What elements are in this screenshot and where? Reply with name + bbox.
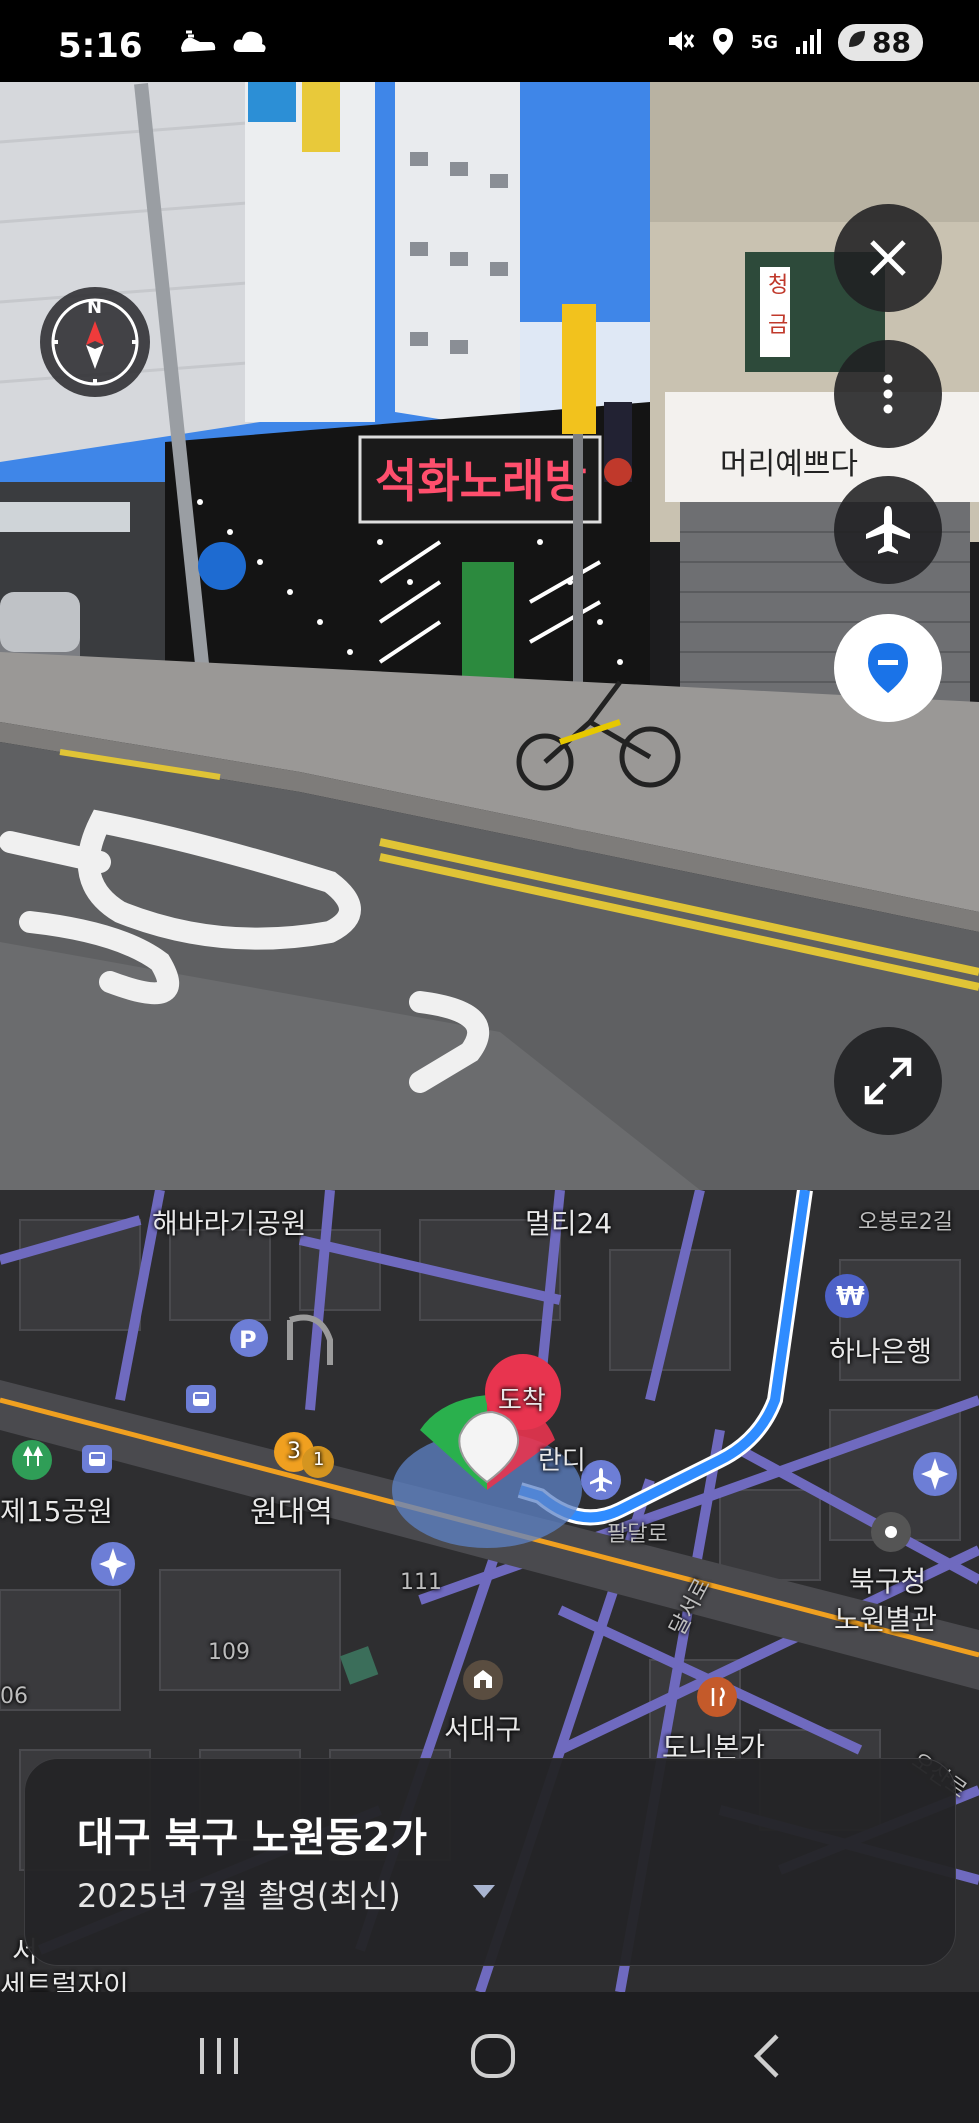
- leaf-icon: [849, 31, 866, 47]
- airport-icon: [588, 1467, 614, 1497]
- battery-level: 88: [872, 26, 911, 59]
- recents-button[interactable]: [164, 2016, 274, 2096]
- restaurant-icon: [706, 1685, 730, 1713]
- sign-vertical-text: 청: [768, 273, 788, 298]
- sign-hair-shop: 머리예쁘다: [720, 447, 858, 482]
- place-title: 대구 북구 노원동2가: [77, 1815, 428, 1861]
- recents-icon: [200, 2038, 238, 2074]
- airplane-icon: [866, 506, 910, 554]
- map-label-building-111: 111: [400, 1570, 442, 1595]
- map-label-paldal-road: 팔달로: [607, 1522, 668, 1547]
- back-button[interactable]: [712, 2016, 822, 2096]
- location-pin-button[interactable]: [834, 614, 942, 722]
- map-label-near-arrival: 란디: [538, 1446, 586, 1476]
- bus-icon: [191, 1390, 211, 1414]
- location-info-card[interactable]: 대구 북구 노원동2가 2025년 7월 촬영(최신): [24, 1758, 956, 1966]
- sneaker-icon: [178, 28, 218, 62]
- building-icon: [471, 1667, 495, 1695]
- close-icon: [870, 240, 906, 276]
- capture-date-selector[interactable]: 2025년 7월 촬영(최신): [77, 1871, 401, 1917]
- mute-icon: [665, 26, 695, 60]
- battery-indicator: 88: [838, 24, 923, 61]
- expand-button[interactable]: [834, 1027, 942, 1135]
- map-label-bottom-left-2: 세트럴자이: [0, 1969, 129, 1992]
- sign-karaoke: 석화노래방: [375, 454, 587, 508]
- home-button[interactable]: [438, 2016, 548, 2096]
- park-icon: [22, 1444, 44, 1474]
- map-label-park-top: 해바라기공원: [152, 1207, 307, 1240]
- bank-icon: ₩: [836, 1282, 865, 1312]
- map-label-gov-office-2: 노원별관: [834, 1603, 938, 1636]
- svg-text:N: N: [87, 297, 102, 318]
- map-label-station: 원대역: [250, 1495, 333, 1530]
- street-view-panorama[interactable]: 청 금 머리예쁘다 석화노래방 N: [0, 82, 979, 1190]
- 5g-icon: 5G: [750, 31, 779, 53]
- status-bar: 5:16 5G 88: [0, 0, 979, 82]
- expand-icon: [864, 1057, 912, 1105]
- map-label-bank: 하나은행: [829, 1335, 933, 1368]
- map-label-building-109: 109: [208, 1640, 250, 1665]
- map-label-obong-street: 오봉로2길: [858, 1210, 953, 1235]
- map-label-building-06: 06: [0, 1684, 28, 1709]
- map-label-line1: 1: [313, 1449, 325, 1470]
- status-time: 5:16: [58, 26, 143, 66]
- map-label-park15: 제15공원: [0, 1495, 113, 1528]
- aerial-view-button[interactable]: [834, 476, 942, 584]
- map-label-line3: 3: [287, 1439, 301, 1464]
- bus-stop-icon: [87, 1450, 107, 1474]
- compass-button[interactable]: N: [40, 287, 150, 397]
- compass-icon: N: [51, 297, 139, 386]
- map-label-seodaegu: 서대구: [444, 1713, 522, 1746]
- signal-icon: [794, 27, 822, 59]
- location-icon: [711, 26, 735, 60]
- cloud-icon: [232, 28, 268, 62]
- close-button[interactable]: [834, 204, 942, 312]
- map-label-gov-office-1: 북구청: [849, 1565, 927, 1598]
- chevron-down-icon[interactable]: [473, 1885, 495, 1898]
- more-options-button[interactable]: [834, 340, 942, 448]
- location-pin-icon: [868, 643, 908, 693]
- more-vertical-icon: [883, 374, 893, 414]
- map-label-multi24: 멀티24: [525, 1207, 613, 1240]
- svg-text:P: P: [239, 1326, 257, 1354]
- back-icon: [753, 2034, 779, 2078]
- system-navigation-bar: [0, 1992, 979, 2123]
- map-label-arrival: 도착: [498, 1386, 546, 1416]
- sign-vertical-text-2: 금: [768, 313, 788, 338]
- home-icon: [471, 2034, 515, 2078]
